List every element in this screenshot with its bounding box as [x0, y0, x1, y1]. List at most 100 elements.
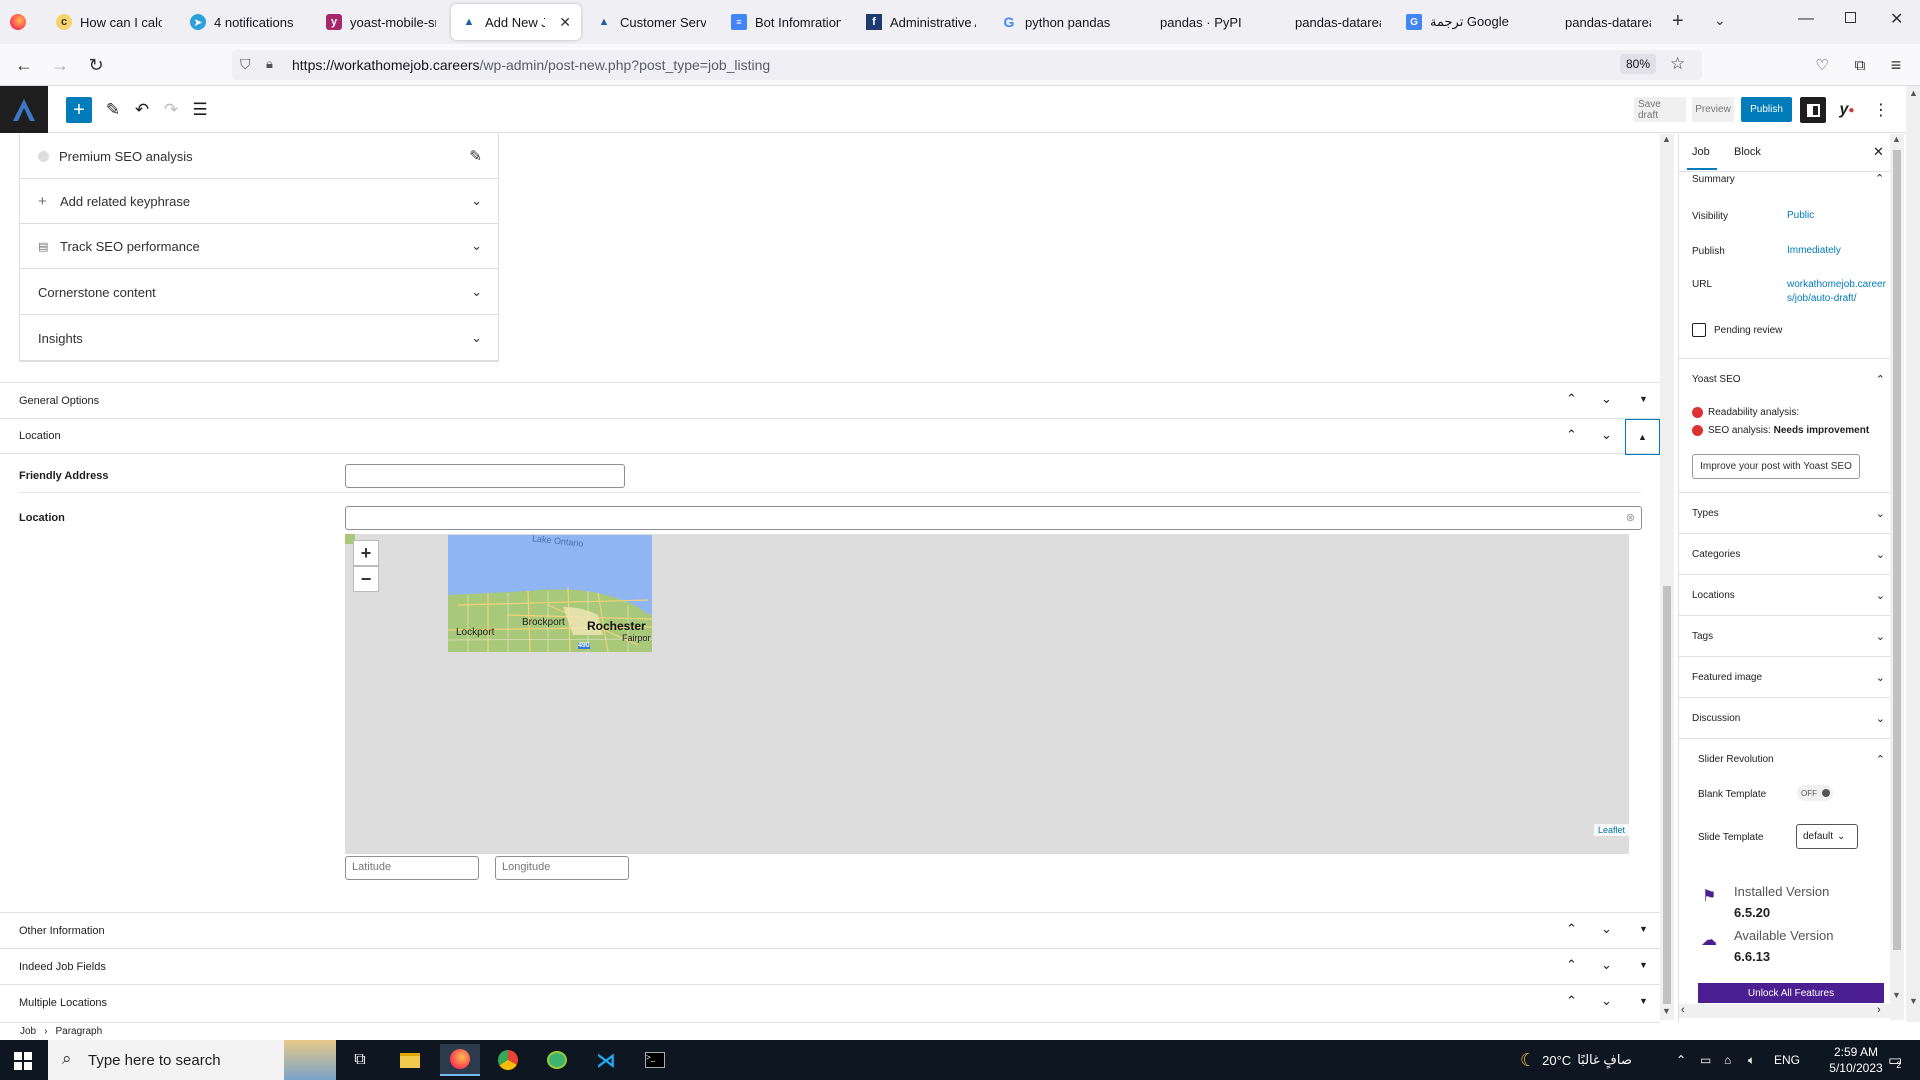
toggle-panel-icon[interactable]: ▼ [1639, 394, 1648, 404]
map-attribution-link[interactable]: Leaflet [1593, 824, 1629, 836]
toggle-panel-icon[interactable]: ▼ [1639, 924, 1648, 934]
clock[interactable]: 2:59 AM 5/10/2023 [1826, 1040, 1886, 1080]
move-down-icon[interactable]: ⌄ [1601, 957, 1612, 973]
scroll-up-icon[interactable]: ▲ [1892, 134, 1901, 144]
bookmark-star-icon[interactable]: ☆ [1670, 54, 1685, 74]
minimize-window-icon[interactable]: — [1798, 10, 1814, 28]
tab-pandas-datareader-2[interactable]: pandas-datareade [1531, 4, 1661, 40]
clear-location-icon[interactable]: ⊗ [1626, 511, 1635, 524]
tab-job[interactable]: Job [1692, 146, 1710, 158]
locations-section[interactable]: Locations ⌄ [1679, 574, 1890, 615]
close-tab-icon[interactable]: ✕ [559, 14, 571, 31]
visibility-link[interactable]: Public [1787, 209, 1814, 223]
add-block-button[interactable]: + [66, 97, 92, 123]
terminal-icon[interactable]: >_ [635, 1044, 675, 1076]
scrollbar-thumb[interactable] [1663, 586, 1671, 1004]
notifications-icon[interactable]: ▭ 2 [1888, 1040, 1902, 1080]
scroll-up-icon[interactable]: ▲ [1909, 88, 1918, 98]
chrome-icon[interactable] [488, 1044, 528, 1076]
yoast-seo-section[interactable]: Yoast SEO ⌃ [1679, 358, 1890, 399]
insights-row[interactable]: Insights ⌄ [20, 316, 498, 361]
slide-template-select[interactable]: default ⌄ [1796, 824, 1858, 849]
undo-icon[interactable]: ↶ [129, 97, 155, 123]
back-arrow-icon[interactable]: ← [12, 53, 36, 77]
toggle-panel-icon[interactable]: ▼ [1639, 996, 1648, 1006]
more-options-icon[interactable]: ⋮ [1868, 97, 1894, 123]
blank-template-toggle[interactable]: OFF [1797, 785, 1833, 801]
scroll-down-icon[interactable]: ▼ [1892, 990, 1901, 1000]
summary-heading[interactable]: Summary [1692, 174, 1735, 185]
redo-icon[interactable]: ↷ [158, 97, 184, 123]
zoom-out-button[interactable]: − [353, 566, 379, 592]
metabox-other-information[interactable]: Other Information ⌃ ⌄ ▼ [0, 912, 1660, 948]
close-window-icon[interactable]: ✕ [1890, 9, 1903, 29]
tab-pandas-pypi[interactable]: pandas · PyPI [1126, 4, 1256, 40]
restore-window-icon[interactable] [1845, 12, 1856, 23]
types-section[interactable]: Types ⌄ [1679, 492, 1890, 533]
app-menu-icon[interactable]: ≡ [1884, 53, 1908, 77]
battery-icon[interactable]: ▭ [1700, 1040, 1711, 1080]
weather-widget[interactable]: ☾ 20°C صافٍ غالبًا [1520, 1040, 1632, 1080]
tab-block[interactable]: Block [1734, 146, 1761, 158]
move-up-icon[interactable]: ⌃ [1566, 391, 1577, 407]
network-app-icon[interactable] [537, 1044, 577, 1076]
shield-icon[interactable]: ⛉ [240, 56, 251, 73]
firefox-taskbar-icon[interactable] [440, 1044, 480, 1076]
forward-arrow-icon[interactable]: → [48, 53, 72, 77]
featured-image-section[interactable]: Featured image ⌄ [1679, 656, 1890, 697]
settings-sidebar-icon[interactable] [1800, 97, 1826, 123]
tab-administrative[interactable]: f Administrative A [856, 4, 986, 40]
firefox-menu-icon[interactable] [10, 14, 26, 30]
lock-icon[interactable]: 🔒︎ [266, 56, 273, 72]
categories-section[interactable]: Categories ⌄ [1679, 533, 1890, 574]
close-sidebar-icon[interactable]: ✕ [1873, 144, 1884, 160]
move-up-icon[interactable]: ⌃ [1566, 921, 1577, 937]
location-map[interactable]: Lake Ontario Lockport Brockport Rocheste… [345, 534, 1629, 854]
track-seo-performance-row[interactable]: ▤ Track SEO performance ⌄ [20, 224, 498, 269]
move-down-icon[interactable]: ⌄ [1601, 921, 1612, 937]
tags-section[interactable]: Tags ⌄ [1679, 615, 1890, 656]
horizontal-scrollbar[interactable]: ‹ › [1679, 1004, 1890, 1018]
unlock-all-features-button[interactable]: Unlock All Features [1698, 983, 1884, 1003]
zoom-level[interactable]: 80% [1620, 54, 1657, 74]
move-down-icon[interactable]: ⌄ [1601, 993, 1612, 1009]
pending-review-label[interactable]: Pending review [1714, 325, 1782, 336]
yoast-toolbar-icon[interactable]: y ● [1834, 97, 1860, 123]
toggle-panel-icon[interactable]: ▼ [1639, 960, 1648, 970]
pocket-icon[interactable]: ♡ [1810, 53, 1834, 77]
breadcrumb-item[interactable]: Job [20, 1026, 36, 1037]
improve-yoast-button[interactable]: Improve your post with Yoast SEO [1692, 454, 1860, 479]
windows-start-icon[interactable] [14, 1052, 32, 1070]
preview-button[interactable]: Preview [1692, 97, 1734, 122]
publish-date-link[interactable]: Immediately [1787, 244, 1841, 258]
language-indicator[interactable]: ENG [1774, 1040, 1800, 1080]
editor-scrollbar[interactable]: ▲ ▼ [1660, 134, 1674, 1020]
tab-yoast-mobile[interactable]: y yoast-mobile-sni [316, 4, 446, 40]
show-hidden-icons[interactable]: ⌃ [1676, 1040, 1686, 1080]
longitude-input[interactable]: Longitude [495, 856, 629, 880]
scrollbar-thumb[interactable] [1893, 150, 1901, 950]
tab-python-pandas[interactable]: G python pandas - [991, 4, 1121, 40]
map-tile[interactable]: Lake Ontario Lockport Brockport Rocheste… [448, 535, 652, 652]
tab-bot-information[interactable]: ≡ Bot Infomration [721, 4, 851, 40]
scroll-down-icon[interactable]: ▼ [1909, 996, 1918, 1006]
task-view-icon[interactable]: ⧉ [340, 1044, 380, 1076]
window-scrollbar[interactable]: ▲ ▼ [1906, 86, 1920, 1022]
move-down-icon[interactable]: ⌄ [1601, 427, 1612, 443]
network-icon[interactable]: ⌂ [1724, 1040, 1731, 1080]
tab-how-can-i-calculate[interactable]: c How can I calcula [46, 4, 172, 40]
save-draft-button[interactable]: Save draft [1634, 97, 1686, 122]
cornerstone-content-row[interactable]: Cornerstone content ⌄ [20, 270, 498, 315]
edit-icon[interactable]: ✎ [469, 147, 482, 165]
site-logo-icon[interactable] [0, 86, 48, 133]
premium-seo-analysis-row[interactable]: Premium SEO analysis ✎ [20, 134, 498, 179]
tab-add-new-job[interactable]: ▲ Add New Job ✕ [451, 4, 581, 40]
metabox-location[interactable]: Location ⌃ ⌄ ▲ [0, 418, 1660, 455]
move-up-icon[interactable]: ⌃ [1566, 993, 1577, 1009]
list-all-tabs-icon[interactable]: ⌄ [1714, 12, 1726, 29]
move-up-icon[interactable]: ⌃ [1566, 957, 1577, 973]
metabox-multiple-locations[interactable]: Multiple Locations ⌃ ⌄ ▼ [0, 984, 1660, 1020]
friendly-address-input[interactable] [345, 464, 625, 488]
file-explorer-icon[interactable] [390, 1044, 430, 1076]
metabox-general-options[interactable]: General Options ⌃ ⌄ ▼ [0, 382, 1660, 418]
